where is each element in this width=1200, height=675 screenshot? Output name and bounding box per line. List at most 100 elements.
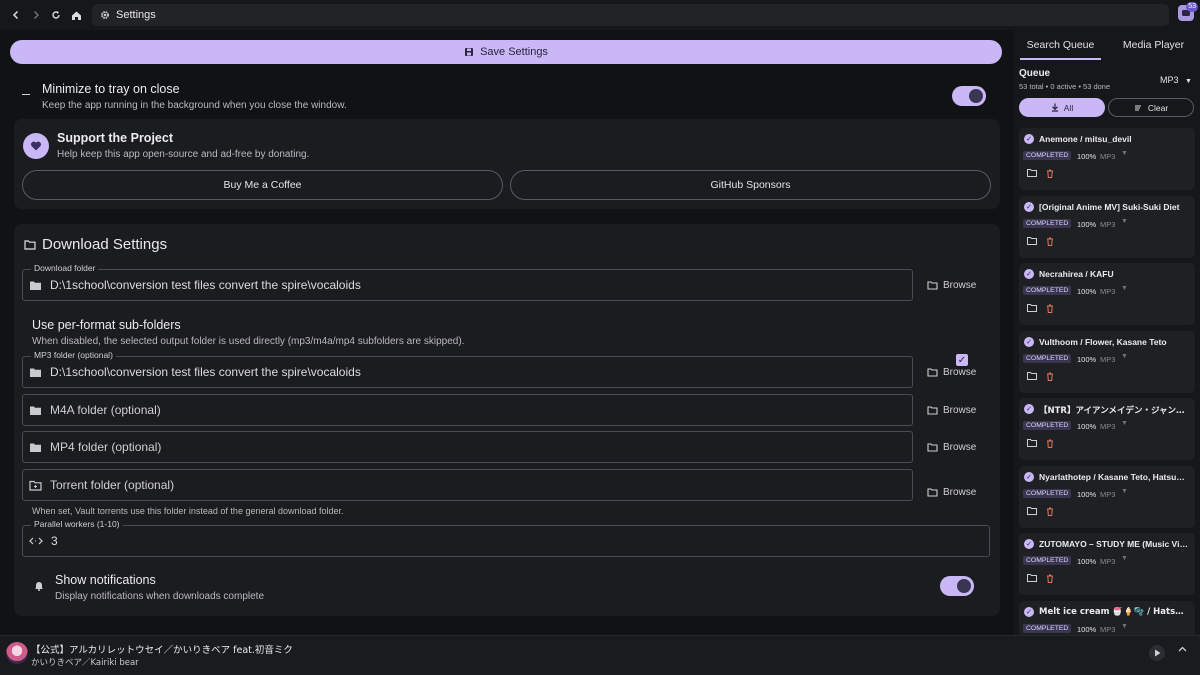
queue-item[interactable]: ✓ 【NTR】アイアンメイデン・ジャンク(Iron Maiden Junk) C…: [1019, 398, 1195, 460]
chevron-up-icon[interactable]: [1178, 646, 1187, 652]
queue-list[interactable]: ✓ Anemone / mitsu_devil COMPLETED 100% M…: [1014, 128, 1200, 635]
chevron-down-icon[interactable]: ▼: [1121, 353, 1128, 360]
open-folder-icon[interactable]: [1027, 169, 1037, 177]
download-settings-title: Download Settings: [42, 236, 168, 253]
queue-item-progress: 100%: [1077, 490, 1097, 499]
queue-item[interactable]: ✓ Nyarlathotep / Kasane Teto, Hatsune Mi…: [1019, 466, 1195, 528]
queue-item-progress: 100%: [1077, 152, 1097, 161]
delete-icon[interactable]: [1046, 237, 1054, 246]
back-icon[interactable]: [6, 5, 26, 25]
delete-icon[interactable]: [1046, 372, 1054, 381]
download-folder-field[interactable]: Download folder D:\1school\conversion te…: [22, 263, 913, 301]
queue-item[interactable]: ✓ Anemone / mitsu_devil COMPLETED 100% M…: [1019, 128, 1195, 190]
minimize-desc: Keep the app running in the background w…: [42, 100, 347, 111]
delete-icon[interactable]: [1046, 304, 1054, 313]
support-title: Support the Project: [57, 131, 173, 145]
status-badge: COMPLETED: [1023, 421, 1072, 430]
queue-item-format: MP3: [1100, 422, 1116, 431]
queue-item[interactable]: ✓ Necrahirea / KAFU COMPLETED 100% MP3 ▼: [1019, 263, 1195, 325]
track-thumbnail[interactable]: [6, 642, 28, 664]
delete-icon[interactable]: [1046, 574, 1054, 583]
chevron-down-icon[interactable]: ▼: [1121, 285, 1128, 292]
tab-search-queue[interactable]: Search Queue: [1014, 30, 1107, 60]
format-select[interactable]: MP3 ▼: [1160, 75, 1192, 85]
download-settings-card: Download Settings Download folder D:\1sc…: [14, 224, 1000, 616]
download-all-label: All: [1063, 102, 1074, 113]
download-settings-header: Download Settings: [24, 236, 167, 253]
queue-item-name: ZUTOMAYO – STUDY ME (Music Video): [1039, 539, 1189, 549]
chevron-down-icon[interactable]: ▼: [1121, 623, 1128, 630]
browse-mp3-folder-button[interactable]: Browse: [927, 367, 976, 378]
arrows-horizontal-icon: [29, 536, 43, 546]
delete-icon[interactable]: [1046, 439, 1054, 448]
folder-icon: [29, 442, 42, 453]
minimize-toggle[interactable]: [952, 86, 986, 106]
queue-item[interactable]: ✓ Melt ice cream 🍧🍦🫧 / Hatsune Miku COMP…: [1019, 601, 1195, 635]
address-bar[interactable]: Settings: [92, 4, 1169, 26]
queue-item-format: MP3: [1100, 557, 1116, 566]
play-button[interactable]: [1149, 645, 1165, 661]
refresh-icon[interactable]: [46, 5, 66, 25]
github-sponsors-button[interactable]: GitHub Sponsors: [510, 170, 991, 200]
home-icon[interactable]: [66, 5, 86, 25]
queue-item-name: 【NTR】アイアンメイデン・ジャンク(Iron Maiden Junk): [1039, 406, 1189, 416]
download-icon: [1051, 103, 1059, 112]
folder-icon: [24, 239, 36, 250]
status-badge: COMPLETED: [1023, 624, 1072, 633]
open-folder-icon[interactable]: [1027, 372, 1037, 380]
queue-item-format: MP3: [1100, 152, 1116, 161]
subfolders-checkbox[interactable]: ✓: [956, 354, 968, 366]
mp4-folder-field[interactable]: MP4 folder (optional): [22, 431, 913, 463]
panel-tabs: Search Queue Media Player: [1014, 30, 1200, 60]
delete-icon[interactable]: [1046, 507, 1054, 516]
buy-me-a-coffee-button[interactable]: Buy Me a Coffee: [22, 170, 503, 200]
queue-item-name: Nyarlathotep / Kasane Teto, Hatsune Miku: [1039, 472, 1189, 482]
queue-item[interactable]: ✓ Vulthoom / Flower, Kasane Teto COMPLET…: [1019, 331, 1195, 393]
save-settings-button[interactable]: Save Settings: [10, 40, 1002, 64]
queue-item[interactable]: ✓ ZUTOMAYO – STUDY ME (Music Video) COMP…: [1019, 533, 1195, 595]
notifications-avatar-icon[interactable]: 53: [1178, 2, 1198, 21]
queue-item[interactable]: ✓ [Original Anime MV] Suki-Suki Diet COM…: [1019, 196, 1195, 258]
browse-m4a-folder-button[interactable]: Browse: [927, 405, 976, 416]
queue-item-format: MP3: [1100, 355, 1116, 364]
settings-main[interactable]: Save Settings Minimize to tray on close …: [0, 30, 1012, 635]
minimize-to-tray-row: Minimize to tray on close Keep the app r…: [14, 78, 1000, 118]
chevron-down-icon[interactable]: ▼: [1121, 420, 1128, 427]
clear-queue-button[interactable]: Clear: [1108, 98, 1194, 117]
save-settings-label: Save Settings: [480, 46, 548, 58]
open-folder-icon[interactable]: [1027, 237, 1037, 245]
torrent-folder-field[interactable]: Torrent folder (optional): [22, 469, 913, 501]
status-badge: COMPLETED: [1023, 556, 1072, 565]
folder-open-icon: [927, 281, 938, 290]
browse-torrent-folder-button[interactable]: Browse: [927, 487, 976, 498]
chevron-down-icon[interactable]: ▼: [1121, 150, 1128, 157]
forward-icon[interactable]: [26, 5, 46, 25]
tab-media-player[interactable]: Media Player: [1107, 30, 1200, 60]
browse-mp4-folder-button[interactable]: Browse: [927, 442, 976, 453]
queue-item-progress: 100%: [1077, 220, 1097, 229]
browse-download-folder-button[interactable]: Browse: [927, 280, 976, 291]
mp3-folder-field[interactable]: MP3 folder (optional) D:\1school\convers…: [22, 350, 913, 388]
download-all-button[interactable]: All: [1019, 98, 1105, 117]
chevron-down-icon[interactable]: ▼: [1121, 555, 1128, 562]
address-title: Settings: [116, 9, 156, 21]
delete-icon[interactable]: [1046, 169, 1054, 178]
queue-item-format: MP3: [1100, 220, 1116, 229]
clear-list-icon: [1134, 104, 1143, 112]
open-folder-icon[interactable]: [1027, 507, 1037, 515]
parallel-workers-value: 3: [51, 534, 58, 548]
heart-icon: [23, 133, 49, 159]
completed-check-icon: ✓: [1024, 337, 1034, 347]
browse-label: Browse: [943, 487, 977, 498]
open-folder-icon[interactable]: [1027, 439, 1037, 447]
chevron-down-icon[interactable]: ▼: [1121, 218, 1128, 225]
open-folder-icon[interactable]: [1027, 304, 1037, 312]
parallel-workers-field[interactable]: Parallel workers (1-10) 3: [22, 519, 990, 557]
download-folder-value: D:\1school\conversion test files convert…: [50, 278, 361, 292]
m4a-folder-field[interactable]: M4A folder (optional): [22, 394, 913, 426]
subfolders-title: Use per-format sub-folders: [32, 318, 181, 332]
chevron-down-icon[interactable]: ▼: [1121, 488, 1128, 495]
open-folder-icon[interactable]: [1027, 574, 1037, 582]
status-badge: COMPLETED: [1023, 489, 1072, 498]
notifications-toggle[interactable]: [940, 576, 974, 596]
